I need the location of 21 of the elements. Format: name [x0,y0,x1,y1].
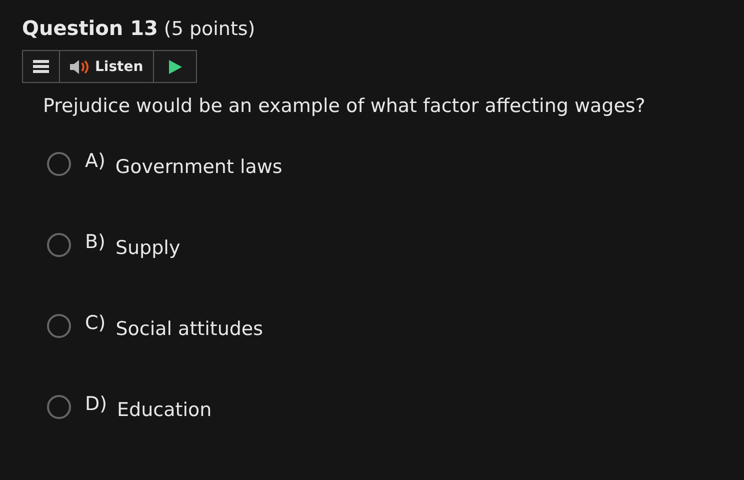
play-icon [168,60,182,74]
radio-button[interactable] [47,314,71,338]
question-text: Prejudice would be an example of what factor affecting wages? [43,95,646,117]
play-button[interactable] [154,51,196,82]
option-letter: A) [85,150,106,172]
question-title: Question 13 [22,16,158,40]
option-text: Social attitudes [116,318,264,340]
points-label: (5 points) [164,18,256,40]
option-text: Education [117,399,212,421]
option-letter: C) [85,312,106,334]
option-letter: D) [85,393,108,415]
radio-button[interactable] [47,233,71,257]
option-text: Supply [115,237,180,259]
radio-button[interactable] [47,395,71,419]
option-letter: B) [85,231,106,253]
speaker-icon [70,60,90,74]
menu-icon [33,60,49,74]
listen-button[interactable]: Listen [60,51,154,82]
option-text: Government laws [115,156,282,178]
menu-button[interactable] [23,51,60,82]
radio-button[interactable] [47,152,71,176]
